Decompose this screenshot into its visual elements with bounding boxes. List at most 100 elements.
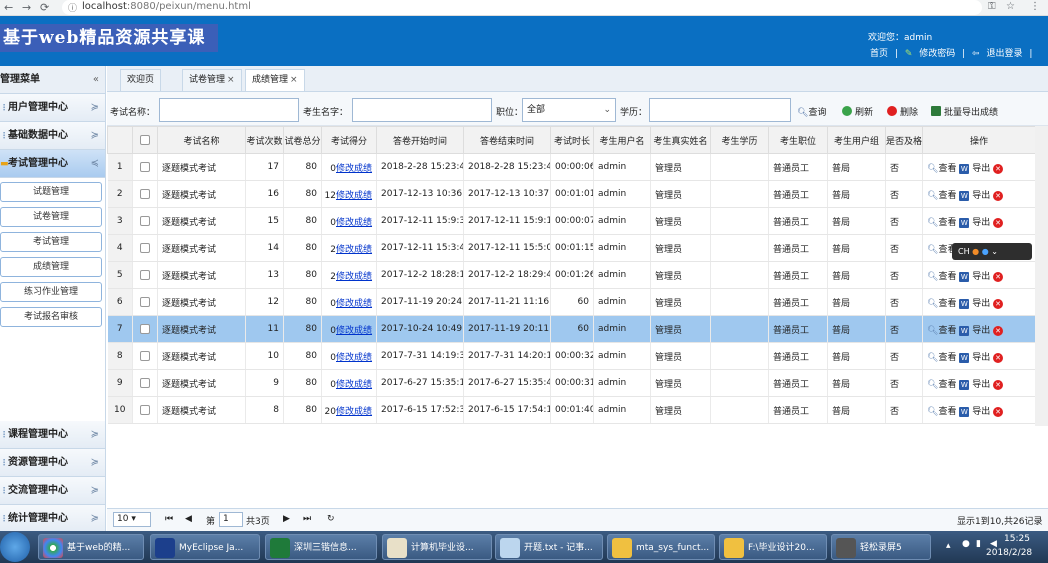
row-checkbox[interactable]: [132, 234, 158, 262]
tray-arrow-icon[interactable]: ▴: [946, 541, 951, 551]
row-checkbox[interactable]: [132, 342, 158, 370]
export-action[interactable]: W 导出: [959, 352, 990, 363]
col-total[interactable]: 试卷总分: [283, 126, 322, 154]
row-checkbox[interactable]: [132, 153, 158, 181]
table-row[interactable]: 4 逐题模式考试 14 80 2修改成绩 2017-12-11 15:3:45 2017-1…: [107, 234, 1036, 262]
export-action[interactable]: W 导出: [959, 190, 990, 201]
edit-score-link[interactable]: 修改成绩: [336, 218, 372, 228]
sidebar-group-stats[interactable]: ⋮ 统计管理中心 ≽: [0, 505, 105, 533]
edit-score-link[interactable]: 修改成绩: [336, 407, 372, 417]
col-position[interactable]: 考生职位: [768, 126, 828, 154]
query-button[interactable]: 🔍︎查询: [797, 105, 826, 118]
refresh-button[interactable]: 刷新: [842, 105, 873, 118]
sidebar-group-exchange[interactable]: ⋮ 交流管理中心 ≽: [0, 477, 105, 505]
col-real-name[interactable]: 考生真实姓名: [650, 126, 711, 154]
export-action[interactable]: W 导出: [959, 325, 990, 336]
key-icon[interactable]: ⚿: [988, 1, 996, 12]
export-action[interactable]: W 导出: [959, 163, 990, 174]
vertical-scrollbar[interactable]: [1035, 126, 1048, 426]
view-action[interactable]: 🔍︎查看: [927, 272, 956, 282]
star-icon[interactable]: ☆: [1006, 1, 1015, 12]
delete-icon[interactable]: ✕: [993, 190, 1004, 201]
delete-icon[interactable]: ✕: [993, 352, 1004, 363]
view-action[interactable]: 🔍︎查看: [927, 191, 956, 201]
delete-icon[interactable]: ✕: [993, 379, 1004, 390]
taskbar-item[interactable]: 开题.txt - 记事...: [495, 534, 603, 560]
sidebar-group-resources[interactable]: ⋮ 资源管理中心 ≽: [0, 449, 105, 477]
export-action[interactable]: W 导出: [959, 217, 990, 228]
col-score[interactable]: 考试得分: [321, 126, 377, 154]
sidebar-group-basic-data[interactable]: ⋮ 基础数据中心 ≽: [0, 122, 105, 150]
back-icon[interactable]: ←: [4, 1, 13, 14]
delete-icon[interactable]: ✕: [993, 406, 1004, 417]
close-icon[interactable]: ×: [290, 75, 298, 85]
edit-score-link[interactable]: 修改成绩: [336, 272, 372, 282]
taskbar-item[interactable]: 基于web的精...: [38, 534, 144, 560]
view-action[interactable]: 🔍︎查看: [927, 353, 956, 363]
table-row[interactable]: 8 逐题模式考试 10 80 0修改成绩 2017-7-31 14:19:38 2017-7…: [107, 342, 1036, 370]
logout-link[interactable]: 退出登录: [986, 49, 1022, 59]
address-bar[interactable]: ⓘ localhost:8080/peixun/menu.html: [62, 0, 982, 15]
edit-score-link[interactable]: 修改成绩: [336, 164, 372, 174]
refresh-page-icon[interactable]: ↻: [327, 514, 335, 524]
delete-icon[interactable]: ✕: [993, 217, 1004, 228]
edit-score-link[interactable]: 修改成绩: [336, 326, 372, 336]
page-number-input[interactable]: 1: [219, 512, 243, 527]
delete-icon[interactable]: ✕: [993, 325, 1004, 336]
row-checkbox[interactable]: [132, 180, 158, 208]
taskbar-item[interactable]: 计算机毕业设...: [382, 534, 492, 560]
next-page-icon[interactable]: ▶: [283, 514, 290, 524]
edit-score-link[interactable]: 修改成绩: [336, 380, 372, 390]
edit-score-link[interactable]: 修改成绩: [336, 299, 372, 309]
col-duration[interactable]: 考试时长: [550, 126, 594, 154]
view-action[interactable]: 🔍︎查看: [927, 407, 956, 417]
col-passed[interactable]: 是否及格: [885, 126, 923, 154]
delete-button[interactable]: 删除: [887, 105, 918, 118]
export-action[interactable]: W 导出: [959, 406, 990, 417]
close-icon[interactable]: ×: [227, 75, 235, 85]
reload-icon[interactable]: ⟳: [40, 1, 49, 14]
table-row[interactable]: 1 逐题模式考试 17 80 0修改成绩 2018-2-28 15:23:42 2018-2…: [107, 153, 1036, 181]
position-select[interactable]: 全部 ⌄: [522, 98, 616, 122]
col-start-time[interactable]: 答卷开始时间: [376, 126, 464, 154]
export-action[interactable]: W 导出: [959, 298, 990, 309]
menu-icon[interactable]: ⋮: [1030, 1, 1040, 12]
col-username[interactable]: 考生用户名: [593, 126, 651, 154]
ime-toolbar[interactable]: CH ● ● ⌄: [952, 243, 1032, 260]
view-action[interactable]: 🔍︎查看: [927, 380, 956, 390]
col-end-time[interactable]: 答卷结束时间: [463, 126, 551, 154]
forward-icon[interactable]: →: [22, 1, 31, 14]
col-education[interactable]: 考生学历: [710, 126, 769, 154]
prev-page-icon[interactable]: ◀: [185, 514, 192, 524]
first-page-icon[interactable]: ⏮: [165, 514, 173, 524]
view-action[interactable]: 🔍︎查看: [927, 299, 956, 309]
edit-score-link[interactable]: 修改成绩: [336, 245, 372, 255]
row-checkbox[interactable]: [132, 207, 158, 235]
education-input[interactable]: [649, 98, 791, 122]
tab-welcome[interactable]: 欢迎页: [120, 69, 162, 91]
table-row[interactable]: 3 逐题模式考试 15 80 0修改成绩 2017-12-11 15:9:3 2017-12…: [107, 207, 1036, 235]
select-all-checkbox[interactable]: [132, 126, 158, 154]
sidebar-group-users[interactable]: ⋮ 用户管理中心 ≽: [0, 94, 105, 122]
edit-score-link[interactable]: 修改成绩: [336, 191, 372, 201]
taskbar-item[interactable]: 轻松录屏5: [831, 534, 931, 560]
col-attempts[interactable]: 考试次数: [245, 126, 284, 154]
view-action[interactable]: 🔍︎查看: [927, 326, 956, 336]
view-action[interactable]: 🔍︎查看: [927, 218, 956, 228]
col-user-group[interactable]: 考生用户组: [827, 126, 886, 154]
sidebar-item-scores[interactable]: 成绩管理: [0, 257, 102, 277]
table-row[interactable]: 6 逐题模式考试 12 80 0修改成绩 2017-11-19 20:24:9 2017-1…: [107, 288, 1036, 316]
export-action[interactable]: W 导出: [959, 271, 990, 282]
delete-icon[interactable]: ✕: [993, 163, 1004, 174]
network-icon[interactable]: ▮: [976, 539, 981, 549]
delete-icon[interactable]: ✕: [993, 298, 1004, 309]
table-row[interactable]: 2 逐题模式考试 16 80 12修改成绩 2017-12-13 10:36:1 2017-…: [107, 180, 1036, 208]
tab-score-management[interactable]: 成绩管理 ×: [245, 69, 305, 91]
sidebar-item-registration[interactable]: 考试报名审核: [0, 307, 102, 327]
sidebar-item-homework[interactable]: 练习作业管理: [0, 282, 102, 302]
taskbar-item[interactable]: mta_sys_funct...: [607, 534, 715, 560]
row-checkbox[interactable]: [132, 288, 158, 316]
row-checkbox[interactable]: [132, 396, 158, 424]
exam-name-input[interactable]: [159, 98, 299, 122]
col-exam-name[interactable]: 考试名称: [157, 126, 246, 154]
